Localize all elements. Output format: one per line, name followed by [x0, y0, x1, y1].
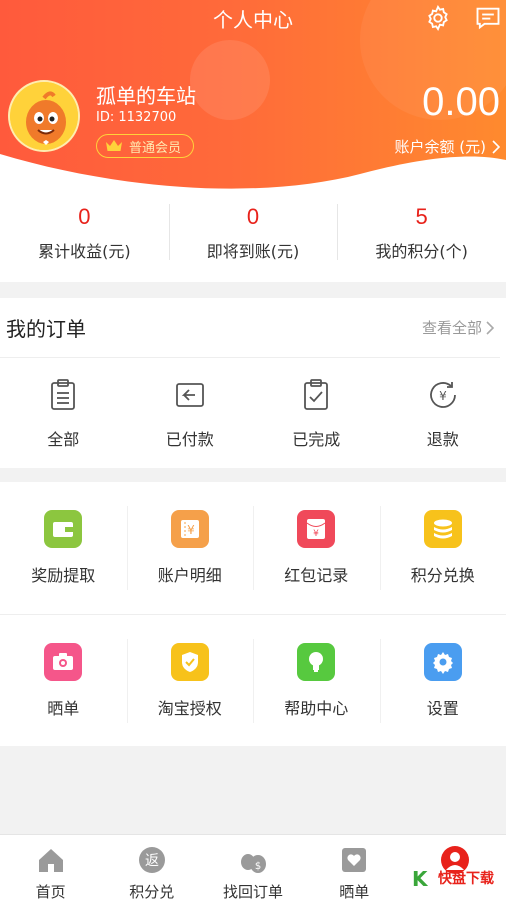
stats-bar: 0 累计收益(元) 0 即将到账(元) 5 我的积分(个): [0, 190, 506, 282]
user-name: 孤单的车站: [96, 84, 196, 108]
svg-text:¥: ¥: [439, 389, 447, 403]
watermark-brand: 快盘下载: [438, 871, 494, 887]
gear-icon: [423, 643, 462, 681]
view-all-label: 查看全部: [421, 319, 482, 337]
shield-check-icon: [170, 643, 209, 681]
stat-value: 5: [415, 204, 428, 229]
svg-text:$: $: [255, 861, 261, 872]
wallet-icon: [44, 510, 83, 548]
grid-label: 淘宝授权: [157, 699, 222, 718]
grid-label: 晒单: [47, 699, 80, 718]
orders-section: 我的订单 查看全部 全部 已付款 已完成 ¥ 退款: [0, 298, 506, 468]
camera-icon: [44, 643, 83, 681]
grid-label: 奖励提取: [31, 566, 96, 585]
member-level: 普通会员: [129, 140, 182, 156]
order-label: 退款: [426, 430, 459, 449]
watermark-logo: K 快盘下载: [412, 860, 504, 896]
order-label: 全部: [47, 430, 80, 449]
ticket-icon: ¥: [170, 510, 209, 548]
stat-points[interactable]: 5 我的积分(个): [337, 190, 506, 282]
return-icon: 返: [138, 847, 165, 873]
paid-icon: [175, 383, 204, 407]
grid-item-account-details[interactable]: ¥ 账户明细: [126, 482, 254, 614]
grid-label: 设置: [426, 699, 459, 718]
svg-text:K: K: [412, 867, 429, 890]
user-id: ID: 1132700: [96, 110, 177, 125]
nav-label: 首页: [35, 883, 66, 900]
nav-label: 积分兑: [129, 883, 175, 900]
nav-label: 晒单: [339, 883, 370, 900]
grid-item-red-envelope[interactable]: ¥ 红包记录: [253, 482, 380, 614]
coins-icon: [423, 510, 462, 548]
balance-link[interactable]: 账户余额 (元): [395, 136, 500, 157]
grid-item-taobao-auth[interactable]: 淘宝授权: [126, 615, 254, 746]
crown-icon: [106, 140, 122, 151]
stat-value: 0: [246, 204, 260, 229]
stat-pending[interactable]: 0 即将到账(元): [168, 190, 338, 282]
orders-header: 我的订单 查看全部: [0, 298, 500, 358]
order-paid[interactable]: 已付款: [127, 358, 254, 466]
order-refund[interactable]: ¥ 退款: [380, 358, 506, 466]
grid-label: 红包记录: [284, 566, 349, 585]
svg-text:¥: ¥: [187, 523, 195, 537]
settings-gear-icon[interactable]: [424, 4, 452, 32]
nav-label: 找回订单: [223, 883, 284, 900]
bulb-icon: [297, 643, 336, 681]
svg-text:¥: ¥: [313, 529, 319, 539]
kuai-logo-icon: K: [412, 867, 429, 890]
grid-label: 帮助中心: [284, 699, 349, 718]
avatar[interactable]: [8, 80, 80, 152]
orders-title: 我的订单: [6, 317, 86, 341]
stat-value: 0: [78, 204, 91, 229]
chevron-right-icon: [492, 139, 500, 154]
grid-item-show-order[interactable]: 晒单: [0, 615, 127, 746]
clipboard-icon: [51, 379, 76, 410]
stat-label: 我的积分(个): [375, 242, 468, 261]
nav-recover-order[interactable]: $ 找回订单: [202, 835, 303, 900]
home-icon: [38, 849, 63, 872]
view-all-link[interactable]: 查看全部: [422, 317, 494, 338]
heart-box-icon: [342, 848, 367, 872]
chevron-right-icon: [486, 320, 494, 335]
nav-home[interactable]: 首页: [0, 835, 101, 900]
balance-amount[interactable]: 0.00: [422, 80, 500, 125]
order-all[interactable]: 全部: [0, 358, 127, 466]
order-completed[interactable]: 已完成: [253, 358, 380, 466]
grid-item-reward-withdraw[interactable]: 奖励提取: [0, 482, 127, 614]
stat-label: 累计收益(元): [38, 242, 131, 261]
grid-item-settings[interactable]: 设置: [379, 615, 506, 746]
grid-label: 积分兑换: [410, 566, 475, 585]
member-badge: 普通会员: [96, 134, 195, 158]
refund-icon: ¥: [429, 382, 456, 408]
grid-item-points-exchange[interactable]: 积分兑换: [379, 482, 506, 614]
check-clipboard-icon: [304, 379, 329, 410]
balance-label: 账户余额 (元): [394, 138, 486, 156]
grid-label: 账户明细: [157, 566, 222, 585]
order-label: 已完成: [292, 430, 341, 449]
stat-label: 即将到账(元): [206, 242, 300, 261]
feature-grid: 奖励提取 ¥ 账户明细 ¥ 红包记录 积分兑换 晒单 淘宝授权 帮助中心 设置: [0, 482, 506, 746]
grid-item-help-center[interactable]: 帮助中心: [253, 615, 380, 746]
return-glyph: 返: [145, 853, 159, 869]
decor-circle: [190, 40, 270, 120]
nav-points[interactable]: 返 积分兑: [101, 835, 202, 900]
red-envelope-icon: ¥: [297, 510, 336, 548]
money-bags-icon: $: [241, 854, 266, 873]
order-label: 已付款: [165, 430, 214, 449]
message-icon[interactable]: [474, 4, 502, 32]
nav-show-order[interactable]: 晒单: [304, 835, 405, 900]
stat-total-earnings[interactable]: 0 累计收益(元): [0, 190, 169, 282]
